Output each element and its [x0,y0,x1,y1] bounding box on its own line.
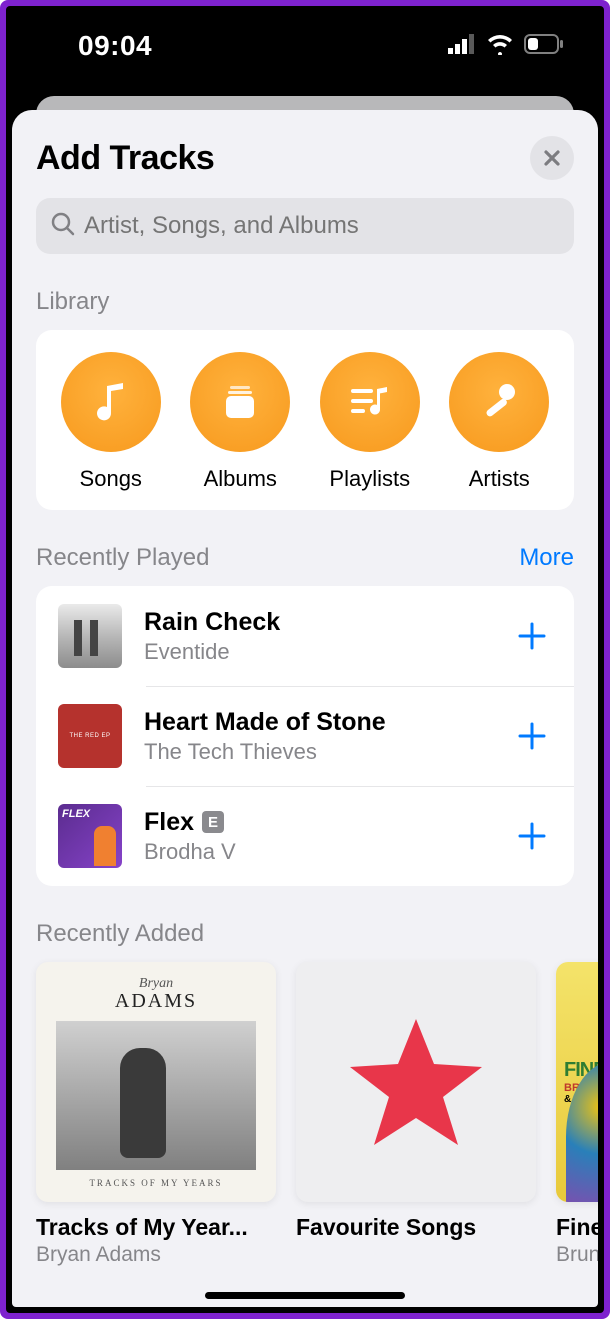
playlist-icon [345,377,395,427]
track-artist: Brodha V [144,839,490,865]
track-artist: Eventide [144,639,490,665]
library-item-albums[interactable]: Albums [176,352,306,492]
album-stack-icon [216,378,264,426]
track-row[interactable]: Rain Check Eventide [36,586,574,686]
album-item[interactable]: FINES BRUNO M & CARDI B Finess Bruno [556,962,598,1267]
battery-icon [524,34,564,59]
library-item-playlists[interactable]: Playlists [305,352,435,492]
library-item-artists[interactable]: Artists [435,352,565,492]
album-artwork: FINES BRUNO M & CARDI B [556,962,598,1202]
explicit-badge: E [202,811,224,833]
search-icon [50,211,76,242]
add-track-button[interactable] [512,716,552,756]
recently-added-row: Bryan ADAMS TRACKS OF MY YEARS Tracks of… [12,962,598,1267]
album-artist: Bryan Adams [36,1243,276,1267]
library-categories: Songs Albums Playlists Artists [36,330,574,510]
track-title: Heart Made of Stone [144,708,490,737]
microphone-icon [475,378,523,426]
plus-icon [517,621,547,651]
album-artwork: Bryan ADAMS TRACKS OF MY YEARS [36,962,276,1202]
status-time: 09:04 [46,30,152,62]
album-artwork [296,962,536,1202]
search-field[interactable] [36,198,574,254]
album-title: Tracks of My Year... [36,1214,276,1241]
track-title: FlexE [144,808,490,837]
recently-played-list: Rain Check Eventide THE RED EP Heart Mad… [36,586,574,886]
album-artist: Bruno [556,1243,598,1267]
album-title: Finess [556,1214,598,1241]
plus-icon [517,821,547,851]
album-item[interactable]: Favourite Songs [296,962,536,1267]
star-icon [341,1007,491,1157]
library-item-label: Artists [469,466,530,492]
album-item[interactable]: Bryan ADAMS TRACKS OF MY YEARS Tracks of… [36,962,276,1267]
library-section-label: Library [12,254,598,330]
music-note-icon [87,378,135,426]
album-art-thumbnail [58,604,122,668]
plus-icon [517,721,547,751]
album-art-thumbnail [58,804,122,868]
sheet-title: Add Tracks [36,139,214,178]
album-art-thumbnail: THE RED EP [58,704,122,768]
wifi-icon [486,33,514,60]
library-item-label: Playlists [329,466,410,492]
album-title: Favourite Songs [296,1214,536,1241]
track-row[interactable]: THE RED EP Heart Made of Stone The Tech … [36,686,574,786]
recently-added-label: Recently Added [12,886,598,962]
track-artist: The Tech Thieves [144,739,490,765]
status-icons [448,33,564,60]
track-row[interactable]: FlexE Brodha V [36,786,574,886]
search-input[interactable] [84,212,560,240]
library-item-label: Songs [80,466,142,492]
library-item-songs[interactable]: Songs [46,352,176,492]
track-title: Rain Check [144,608,490,637]
cellular-icon [448,34,476,59]
home-indicator[interactable] [205,1292,405,1299]
status-bar: 09:04 [6,6,604,86]
close-icon [543,149,561,167]
add-tracks-sheet: Add Tracks Library Songs Al [12,110,598,1307]
recently-played-more-link[interactable]: More [519,544,574,572]
add-track-button[interactable] [512,816,552,856]
recently-played-label: Recently Played [36,544,209,572]
library-item-label: Albums [204,466,277,492]
close-button[interactable] [530,136,574,180]
add-track-button[interactable] [512,616,552,656]
